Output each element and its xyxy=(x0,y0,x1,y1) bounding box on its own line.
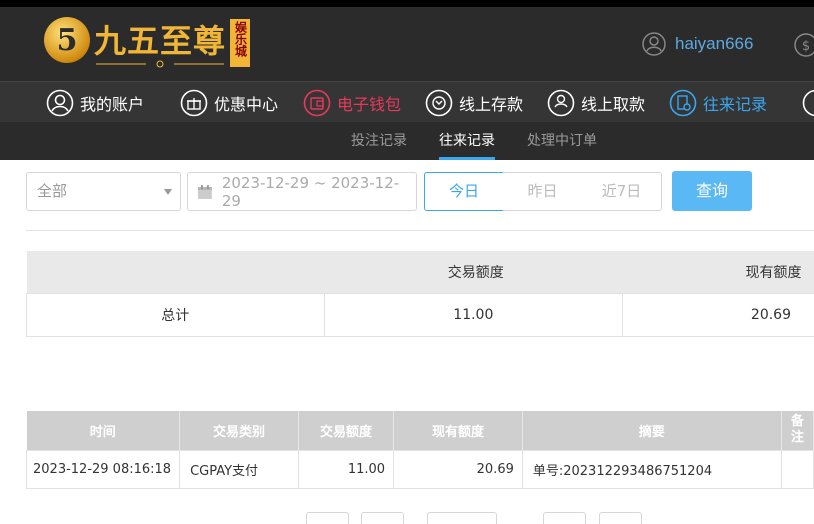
query-button[interactable]: 查询 xyxy=(672,171,752,211)
date-range-value: 2023-12-29 ~ 2023-12-29 xyxy=(221,173,400,210)
col-balance: 现有额度 xyxy=(393,411,523,450)
nav-item-records[interactable]: 往来记录 xyxy=(669,82,767,123)
nav-label-records: 往来记录 xyxy=(703,94,768,114)
row-type: CGPAY支付 xyxy=(179,449,299,489)
top-strip xyxy=(0,0,814,7)
summary-table: 交易额度 现有额度 总计 11.00 20.69 xyxy=(26,251,814,337)
username: haiyan666 xyxy=(675,34,754,53)
svg-text:$: $ xyxy=(802,39,810,54)
range-7days-button[interactable]: 近7日 xyxy=(582,172,662,211)
divider xyxy=(26,230,814,231)
nav-item-withdraw[interactable]: 线上取款 xyxy=(547,82,645,123)
nav-item-wallet[interactable]: 电子钱包 xyxy=(303,82,401,123)
brand-name: 九五至尊 xyxy=(94,22,227,60)
nav-label-deposit: 线上存款 xyxy=(459,94,524,114)
brand-tag: 娱乐城 xyxy=(230,19,251,67)
tab-bet-records[interactable]: 投注记录 xyxy=(351,122,407,160)
records-icon xyxy=(669,89,697,116)
summary-header-balance: 现有额度 xyxy=(622,251,814,293)
range-yesterday-button[interactable]: 昨日 xyxy=(503,172,583,211)
logo-ornament xyxy=(96,60,224,68)
summary-header-row: 交易额度 现有额度 xyxy=(26,251,814,293)
summary-header-blank xyxy=(26,251,324,293)
summary-row: 总计 11.00 20.69 xyxy=(26,292,814,337)
gift-icon xyxy=(180,89,208,116)
pager-prev-button[interactable] xyxy=(361,512,404,524)
nav-label-account: 我的账户 xyxy=(80,94,145,114)
calendar-icon xyxy=(197,184,212,199)
table-row: 2023-12-29 08:16:18 CGPAY支付 11.00 20.69 … xyxy=(25,449,814,489)
records-header-row: 时间 交易类别 交易额度 现有额度 摘要 备注 xyxy=(26,411,814,450)
user-info[interactable]: haiyan666 xyxy=(642,32,753,56)
sub-nav: 投注记录 往来记录 处理中订单 xyxy=(0,122,814,160)
col-amount: 交易额度 xyxy=(298,411,395,450)
records-table: 时间 交易类别 交易额度 现有额度 摘要 备注 2023-12-29 08:16… xyxy=(25,411,814,489)
user-avatar-icon xyxy=(642,32,666,56)
row-amount: 11.00 xyxy=(297,449,395,489)
pager-first-button[interactable] xyxy=(306,512,349,524)
summary-label: 总计 xyxy=(26,292,325,337)
pager-page-input[interactable] xyxy=(427,512,497,524)
withdraw-icon xyxy=(547,89,575,116)
nav-item-promotions[interactable]: 优惠中心 xyxy=(180,82,278,123)
balance-icon[interactable]: $ xyxy=(794,33,814,57)
pager-last-button[interactable] xyxy=(599,512,642,524)
row-time: 2023-12-29 08:16:18 xyxy=(25,449,181,489)
date-range-input[interactable]: 2023-12-29 ~ 2023-12-29 xyxy=(187,172,417,211)
col-note: 备注 xyxy=(781,411,814,450)
nav-label-wallet: 电子钱包 xyxy=(337,94,402,114)
main-nav: 我的账户 优惠中心 电子钱包 线上存款 线上取款 往来记录 xyxy=(0,81,814,122)
logo-badge: 5 xyxy=(44,17,90,63)
wallet-icon xyxy=(303,89,331,116)
nav-label-promotions: 优惠中心 xyxy=(214,94,279,114)
more-icon xyxy=(802,89,814,116)
tab-pending-orders[interactable]: 处理中订单 xyxy=(527,122,597,160)
summary-amount: 11.00 xyxy=(323,292,624,337)
range-today-button[interactable]: 今日 xyxy=(424,172,504,211)
tab-transaction-records[interactable]: 往来记录 xyxy=(439,122,495,160)
summary-balance: 20.69 xyxy=(622,292,814,337)
type-select-value: 全部 xyxy=(37,182,68,200)
nav-label-withdraw: 线上取款 xyxy=(581,94,646,114)
row-summary: 单号:202312293486751204 xyxy=(521,449,782,489)
pager-next-button[interactable] xyxy=(543,512,586,524)
nav-item-more[interactable] xyxy=(802,82,814,123)
brand-tag-text: 娱乐城 xyxy=(233,21,248,57)
col-time: 时间 xyxy=(26,411,181,450)
summary-header-amount: 交易额度 xyxy=(324,251,623,293)
nav-item-deposit[interactable]: 线上存款 xyxy=(425,82,523,123)
deposit-icon xyxy=(425,89,453,116)
chevron-down-icon xyxy=(164,189,172,195)
site-header: 5 九五至尊 娱乐城 haiyan666 $ xyxy=(0,7,814,81)
col-summary: 摘要 xyxy=(522,411,782,450)
row-note xyxy=(780,449,814,489)
user-icon xyxy=(46,89,74,116)
row-balance: 20.69 xyxy=(393,449,523,489)
col-type: 交易类别 xyxy=(179,411,299,450)
nav-item-account[interactable]: 我的账户 xyxy=(46,82,144,123)
type-select[interactable]: 全部 xyxy=(26,172,181,211)
